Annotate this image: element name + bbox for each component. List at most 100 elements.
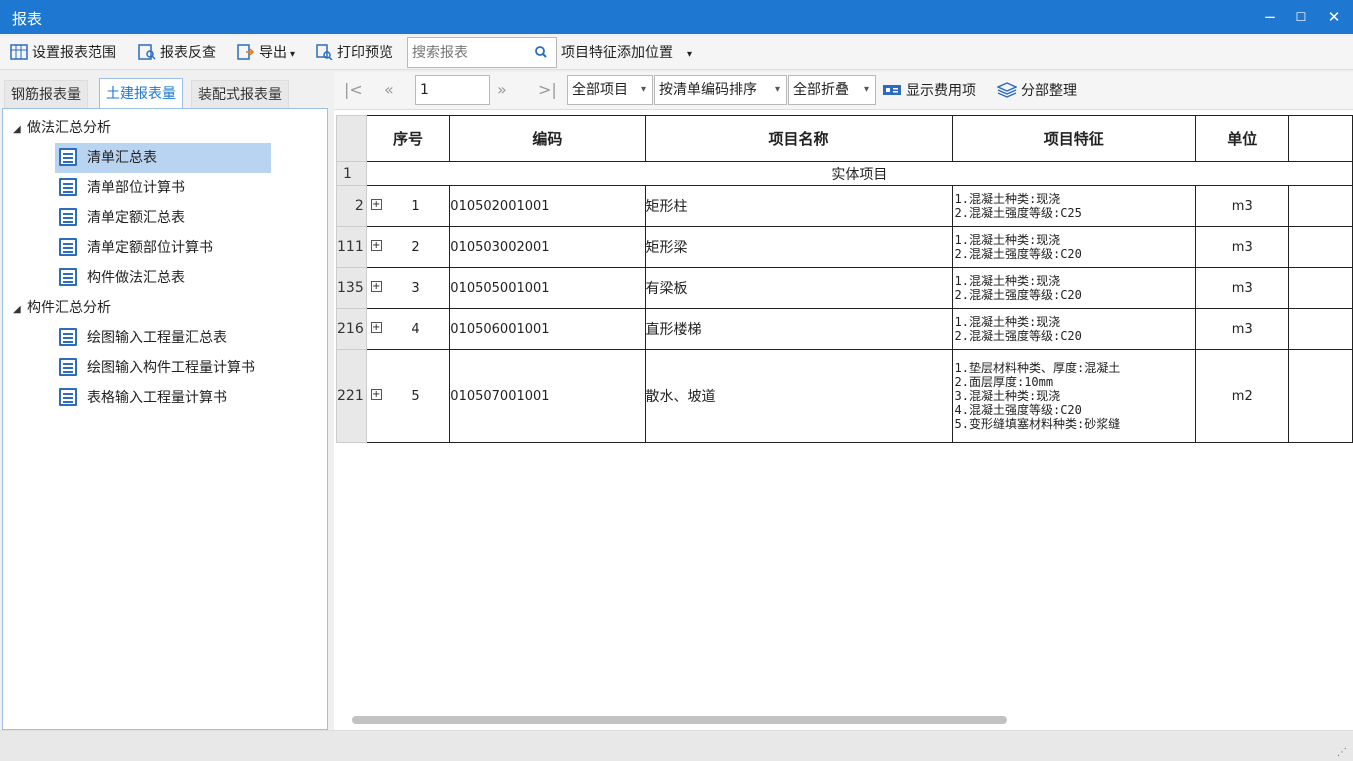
- document-icon: [59, 358, 77, 376]
- sort-label: 按清单编码排序: [659, 82, 757, 98]
- header-code[interactable]: 编码: [449, 115, 646, 162]
- document-icon: [59, 178, 77, 196]
- seq-cell: 2: [411, 239, 420, 255]
- unit-cell: m3: [1195, 267, 1290, 309]
- tree-item-list-quota-summary[interactable]: 清单定额汇总表: [55, 203, 191, 233]
- tree-item-drawing-component-calc[interactable]: 绘图输入构件工程量计算书: [55, 353, 261, 383]
- feature-cell: 1.垫层材料种类、厚度:混凝土 2.面层厚度:10mm 3.混凝土种类:现浇 4.混凝…: [951, 349, 1197, 443]
- horizontal-scrollbar[interactable]: [352, 716, 1007, 724]
- show-fee-button[interactable]: 显示费用项: [882, 80, 976, 100]
- code-cell: 010503002001: [449, 226, 646, 268]
- tree-item-label: 清单定额汇总表: [87, 210, 185, 226]
- expand-plus-icon[interactable]: +: [370, 388, 382, 400]
- set-range-label: 设置报表范围: [32, 45, 116, 61]
- prev-page-icon[interactable]: «: [384, 80, 394, 99]
- tree-item-label: 清单汇总表: [87, 150, 157, 166]
- minimize-icon[interactable]: −: [1256, 6, 1284, 28]
- search-icon[interactable]: [534, 44, 548, 60]
- last-page-icon[interactable]: >|: [538, 80, 557, 99]
- feature-position-dropdown[interactable]: 项目特征添加位置 ▾: [561, 42, 692, 64]
- document-icon: [59, 268, 77, 286]
- section-label: 实体项目: [365, 161, 1353, 186]
- expand-plus-icon[interactable]: +: [370, 198, 382, 210]
- feature-position-label: 项目特征添加位置: [561, 45, 673, 61]
- tree-item-label: 清单定额部位计算书: [87, 240, 213, 256]
- tree-item-label: 绘图输入工程量汇总表: [87, 330, 227, 346]
- title-bar: 报表 − ☐ ✕: [0, 0, 1353, 34]
- collapse-triangle-icon: ◢: [13, 124, 21, 135]
- resize-grip-icon[interactable]: ⋰: [1337, 747, 1347, 758]
- tab-rebar-report[interactable]: 钢筋报表量: [4, 80, 88, 108]
- report-check-button[interactable]: 报表反查: [138, 42, 216, 64]
- export-label: 导出: [259, 45, 287, 61]
- expand-plus-icon[interactable]: +: [370, 280, 382, 292]
- tree-group-label: 做法汇总分析: [27, 120, 111, 136]
- collapse-triangle-icon: ◢: [13, 304, 21, 315]
- set-range-button[interactable]: 设置报表范围: [10, 42, 116, 64]
- unit-cell: m3: [1195, 185, 1290, 227]
- feature-cell: 1.混凝土种类:现浇 2.混凝土强度等级:C20: [951, 308, 1197, 350]
- tree-item-table-qty-calc[interactable]: 表格输入工程量计算书: [55, 383, 233, 413]
- sort-dropdown[interactable]: 按清单编码排序 ▾: [654, 75, 787, 105]
- header-feature[interactable]: 项目特征: [951, 115, 1197, 162]
- unit-cell: m3: [1195, 226, 1290, 268]
- document-icon: [59, 238, 77, 256]
- tree-item-label: 构件做法汇总表: [87, 270, 185, 286]
- header-next: [1288, 115, 1353, 162]
- table-row[interactable]: 2 +1 010502001001 矩形柱 1.混凝土种类:现浇 2.混凝土强度等…: [336, 185, 1353, 227]
- print-preview-label: 打印预览: [337, 45, 393, 61]
- feature-cell: 1.混凝土种类:现浇 2.混凝土强度等级:C25: [951, 185, 1197, 227]
- table-row[interactable]: 111 +2 010503002001 矩形梁 1.混凝土种类:现浇 2.混凝土强…: [336, 226, 1353, 268]
- expand-plus-icon[interactable]: +: [370, 321, 382, 333]
- tree-item-list-quota-part-calc[interactable]: 清单定额部位计算书: [55, 233, 219, 263]
- seq-cell: 4: [411, 321, 420, 337]
- first-page-icon[interactable]: |<: [344, 80, 363, 99]
- table-row[interactable]: 221 +5 010507001001 散水、坡道 1.垫层材料种类、厚度:混凝…: [336, 349, 1353, 443]
- row-number: 221: [336, 349, 367, 443]
- tree-item-label: 清单部位计算书: [87, 180, 185, 196]
- unit-cell: m2: [1195, 349, 1290, 443]
- header-unit[interactable]: 单位: [1195, 115, 1290, 162]
- row-number-header: [336, 115, 367, 162]
- filter-dropdown[interactable]: 全部项目 ▾: [567, 75, 653, 105]
- unit-cell: m3: [1195, 308, 1290, 350]
- tree-group-method-summary[interactable]: ◢ 做法汇总分析: [13, 113, 111, 143]
- tree-item-list-summary[interactable]: 清单汇总表: [55, 143, 271, 173]
- header-seq[interactable]: 序号: [365, 115, 451, 162]
- status-bar: ⋰: [0, 730, 1353, 761]
- chevron-down-icon: ▾: [863, 84, 869, 95]
- layers-icon: [996, 82, 1018, 98]
- tab-prefab-report[interactable]: 装配式报表量: [191, 80, 289, 108]
- row-number: 1: [336, 161, 367, 186]
- organize-button[interactable]: 分部整理: [996, 80, 1077, 100]
- section-row: 1 实体项目: [336, 161, 1353, 186]
- fold-dropdown[interactable]: 全部折叠 ▾: [788, 75, 876, 105]
- expand-plus-icon[interactable]: +: [370, 239, 382, 251]
- tree-item-label: 绘图输入构件工程量计算书: [87, 360, 255, 376]
- chevron-down-icon: ▾: [687, 49, 693, 60]
- page-number-input[interactable]: 1: [415, 75, 490, 105]
- tree-group-label: 构件汇总分析: [27, 300, 111, 316]
- tree-item-label: 表格输入工程量计算书: [87, 390, 227, 406]
- organize-label: 分部整理: [1021, 83, 1077, 99]
- header-name[interactable]: 项目名称: [644, 115, 953, 162]
- report-table: 序号 编码 项目名称 项目特征 单位 1 实体项目 2 +1 010502001…: [336, 115, 1353, 443]
- table-row[interactable]: 135 +3 010505001001 有梁板 1.混凝土种类:现浇 2.混凝土强…: [336, 267, 1353, 309]
- report-tree: ◢ 做法汇总分析 清单汇总表 清单部位计算书 清单定额汇总表 清单定额部位计算书 …: [2, 108, 328, 730]
- tab-civil-report[interactable]: 土建报表量: [99, 78, 183, 109]
- row-number: 216: [336, 308, 367, 350]
- print-preview-button[interactable]: 打印预览: [315, 42, 393, 64]
- seq-cell: 5: [411, 388, 420, 404]
- next-page-icon[interactable]: »: [497, 80, 507, 99]
- table-row[interactable]: 216 +4 010506001001 直形楼梯 1.混凝土种类:现浇 2.混凝土…: [336, 308, 1353, 350]
- tree-item-list-part-calc[interactable]: 清单部位计算书: [55, 173, 191, 203]
- feature-cell: 1.混凝土种类:现浇 2.混凝土强度等级:C20: [951, 267, 1197, 309]
- maximize-icon[interactable]: ☐: [1287, 6, 1315, 28]
- tree-item-component-method-summary[interactable]: 构件做法汇总表: [55, 263, 191, 293]
- search-input[interactable]: [408, 38, 528, 67]
- tree-item-drawing-qty-summary[interactable]: 绘图输入工程量汇总表: [55, 323, 233, 353]
- export-button[interactable]: 导出 ▾: [237, 42, 295, 64]
- close-icon[interactable]: ✕: [1320, 6, 1348, 28]
- tree-group-component-summary[interactable]: ◢ 构件汇总分析: [13, 293, 111, 323]
- chevron-down-icon: ▾: [290, 49, 296, 60]
